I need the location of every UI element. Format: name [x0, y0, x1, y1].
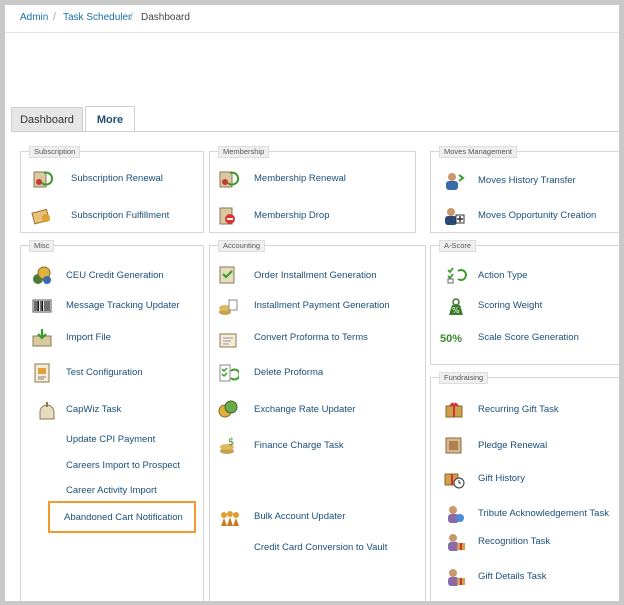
recurring-gift-task-link[interactable]: Recurring Gift Task	[478, 400, 559, 418]
panel-title: A-Score	[439, 240, 477, 252]
membership-renewal-icon	[217, 169, 239, 189]
panel-title: Accounting	[218, 240, 266, 252]
breadcrumb: Admin / Task Scheduler / Dashboard	[5, 5, 619, 33]
pledge-renewal-icon	[443, 435, 465, 455]
order-installment-generation-icon	[217, 265, 239, 285]
bulk-account-updater-link[interactable]: Bulk Account Updater	[254, 507, 345, 525]
tab-dashboard[interactable]: Dashboard	[11, 107, 83, 131]
subscription-fulfillment-icon	[31, 206, 53, 226]
tribute-acknowledgement-task-link[interactable]: Tribute Acknowledgement Task	[478, 504, 609, 522]
ceu-credit-generation-link[interactable]: CEU Credit Generation	[66, 266, 164, 284]
svg-text:%: %	[452, 306, 460, 315]
convert-proforma-icon	[217, 329, 239, 349]
abandoned-cart-notification-link[interactable]: Abandoned Cart Notification	[64, 508, 183, 526]
finance-charge-icon: $	[217, 435, 239, 455]
convert-proforma-to-terms-link[interactable]: Convert Proforma to Terms	[254, 328, 368, 346]
membership-drop-icon	[217, 206, 239, 226]
recognition-icon	[445, 532, 467, 552]
order-installment-generation-link[interactable]: Order Installment Generation	[254, 266, 377, 284]
career-activity-import-link[interactable]: Career Activity Import	[66, 481, 157, 499]
capwiz-task-link[interactable]: CapWiz Task	[66, 400, 121, 418]
panel-title: Misc	[29, 240, 55, 252]
panel-title: Moves Management	[439, 146, 517, 158]
bulk-account-icon	[219, 508, 241, 528]
tab-more[interactable]: More	[85, 106, 135, 132]
tab-divider	[11, 131, 619, 132]
moves-opportunity-creation-link[interactable]: Moves Opportunity Creation	[478, 206, 596, 224]
exchange-rate-updater-link[interactable]: Exchange Rate Updater	[254, 400, 355, 418]
breadcrumb-separator: /	[130, 12, 133, 23]
finance-charge-task-link[interactable]: Finance Charge Task	[254, 436, 344, 454]
gift-history-icon	[443, 469, 465, 489]
recognition-task-link[interactable]: Recognition Task	[478, 532, 550, 550]
gift-history-link[interactable]: Gift History	[478, 469, 525, 487]
scoring-weight-link[interactable]: Scoring Weight	[478, 296, 542, 314]
installment-payment-generation-link[interactable]: Installment Payment Generation	[254, 296, 390, 314]
gift-details-icon	[445, 567, 467, 587]
capwiz-icon	[36, 401, 58, 421]
panel-title: Membership	[218, 146, 270, 158]
membership-drop-link[interactable]: Membership Drop	[254, 206, 330, 224]
breadcrumb-task-scheduler[interactable]: Task Scheduler	[63, 12, 131, 23]
message-tracking-updater-link[interactable]: Message Tracking Updater	[66, 296, 180, 314]
panel-title: Fundraising	[439, 372, 489, 384]
pledge-renewal-link[interactable]: Pledge Renewal	[478, 436, 547, 454]
installment-payment-generation-icon	[217, 297, 239, 317]
exchange-rate-icon	[217, 399, 239, 419]
action-type-link[interactable]: Action Type	[478, 266, 527, 284]
subscription-fulfillment-link[interactable]: Subscription Fulfillment	[71, 206, 169, 224]
scale-score-generation-link[interactable]: Scale Score Generation	[478, 328, 579, 346]
moves-history-transfer-link[interactable]: Moves History Transfer	[478, 171, 576, 189]
barcode-icon	[31, 296, 53, 316]
scoring-weight-icon: %	[445, 297, 467, 317]
careers-import-to-prospect-link[interactable]: Careers Import to Prospect	[66, 456, 180, 474]
action-type-icon	[445, 265, 467, 285]
credit-card-conversion-link[interactable]: Credit Card Conversion to Vault	[254, 538, 387, 556]
recurring-gift-icon	[443, 399, 465, 419]
breadcrumb-dashboard: Dashboard	[141, 12, 190, 23]
update-cpi-payment-link[interactable]: Update CPI Payment	[66, 430, 155, 448]
page-frame: Admin / Task Scheduler / Dashboard Dashb…	[5, 5, 619, 601]
moves-opportunity-creation-icon	[443, 206, 465, 226]
import-file-icon	[31, 328, 53, 348]
gift-details-task-link[interactable]: Gift Details Task	[478, 567, 546, 585]
tribute-acknowledgement-icon	[445, 504, 467, 524]
test-configuration-link[interactable]: Test Configuration	[66, 363, 143, 381]
ceu-credit-generation-icon	[31, 265, 53, 285]
delete-proforma-link[interactable]: Delete Proforma	[254, 363, 323, 381]
moves-history-transfer-icon	[443, 171, 465, 191]
test-configuration-icon	[31, 363, 53, 383]
membership-renewal-link[interactable]: Membership Renewal	[254, 169, 346, 187]
svg-text:$: $	[228, 437, 234, 448]
breadcrumb-admin[interactable]: Admin	[20, 12, 48, 23]
delete-proforma-icon	[217, 363, 239, 383]
scale-score-icon: 50%	[440, 333, 463, 345]
subscription-renewal-icon	[31, 169, 53, 189]
import-file-link[interactable]: Import File	[66, 328, 111, 346]
panel-title: Subscription	[29, 146, 81, 158]
subscription-renewal-link[interactable]: Subscription Renewal	[71, 169, 163, 187]
breadcrumb-separator: /	[53, 12, 56, 23]
